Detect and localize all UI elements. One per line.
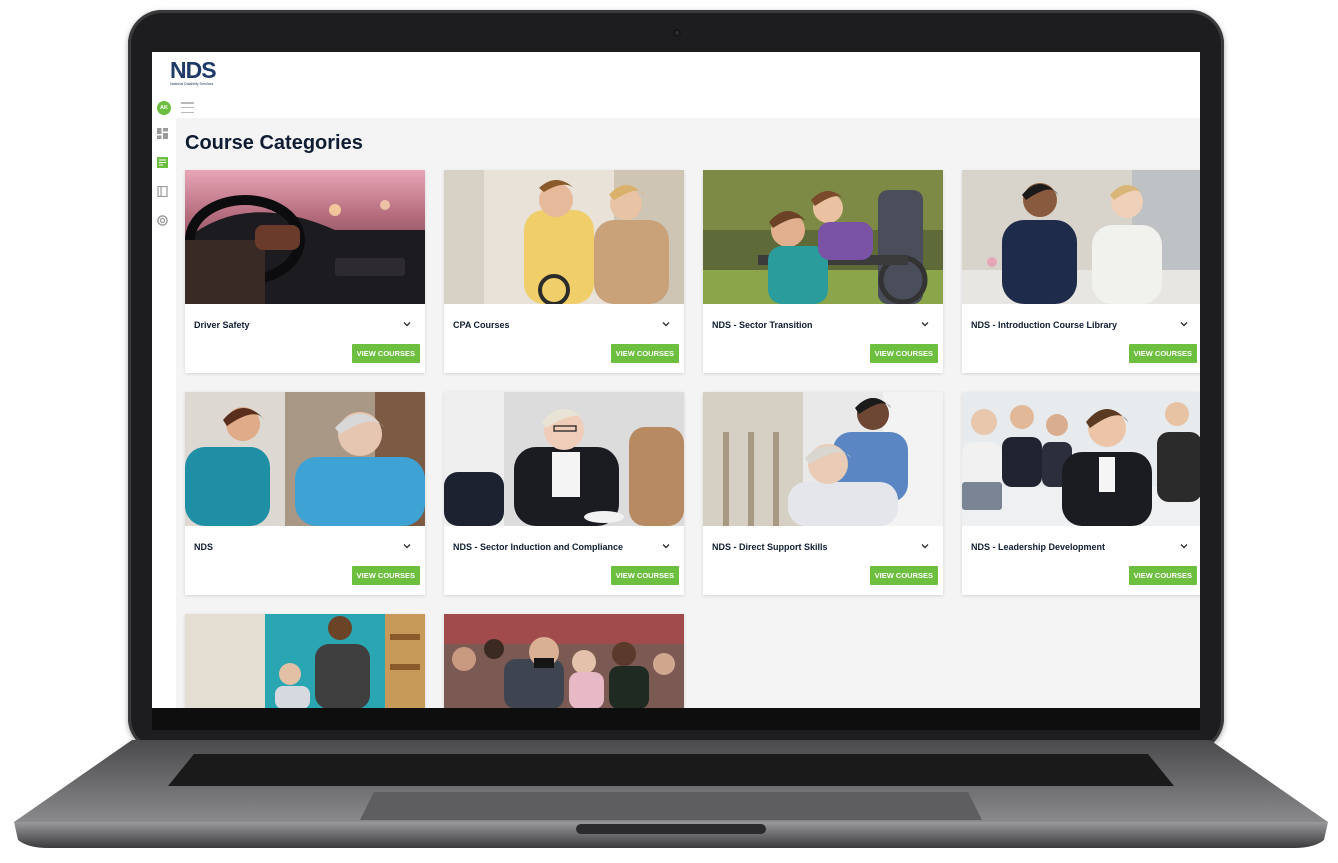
chevron-down-icon[interactable] [920,319,930,329]
support-icon[interactable] [157,215,168,226]
logo-text: NDS [170,57,217,83]
camera-icon [673,29,681,37]
category-name: CPA Courses [453,320,510,330]
category-image [962,170,1200,304]
category-image [185,170,425,304]
category-image [444,392,684,526]
category-card-partial-1 [185,614,425,708]
category-name: NDS [194,542,214,552]
chevron-down-icon[interactable] [402,319,412,329]
chevron-down-icon[interactable] [661,541,671,551]
sidebar [152,118,176,708]
category-image [703,170,943,304]
chevron-down-icon[interactable] [920,541,930,551]
category-card-sector-transition: NDS - Sector Transition VIEW COURSES [703,170,943,373]
screen-bezel-bottom [152,708,1200,730]
category-name: Driver Safety [194,320,250,330]
category-card-cpa-courses: CPA Courses VIEW COURSES [444,170,684,373]
category-card-partial-2 [444,614,684,708]
hamburger-menu-icon[interactable] [181,102,194,113]
category-card-leadership: NDS - Leadership Development VIEW COURSE… [962,392,1200,595]
chevron-down-icon[interactable] [402,541,412,551]
view-courses-button[interactable]: VIEW COURSES [869,566,938,585]
category-name: NDS - Leadership Development [971,542,1106,552]
category-name: NDS - Direct Support Skills [712,542,828,552]
category-image [444,170,684,304]
book-icon[interactable] [157,186,168,197]
page-title: Course Categories [185,132,363,154]
category-card-driver-safety: Driver Safety VIEW COURSES [185,170,425,373]
chevron-down-icon[interactable] [661,319,671,329]
courses-icon[interactable] [157,157,168,168]
laptop-keyboard-deck [14,740,1328,848]
category-image [703,392,943,526]
category-name: NDS - Sector Transition [712,320,813,330]
view-courses-button[interactable]: VIEW COURSES [351,566,420,585]
category-image [185,614,425,708]
category-card-direct-support: NDS - Direct Support Skills VIEW COURSES [703,392,943,595]
category-card-introduction-library: NDS - Introduction Course Library VIEW C… [962,170,1200,373]
app-screen: NDS National Disability Services AK Cour… [152,52,1200,708]
chevron-down-icon[interactable] [1179,541,1189,551]
top-bar: NDS National Disability Services [152,52,1200,118]
logo-subtitle: National Disability Services [170,82,214,86]
view-courses-button[interactable]: VIEW COURSES [351,344,420,363]
category-card-sector-induction: NDS - Sector Induction and Compliance VI… [444,392,684,595]
category-image [444,614,684,708]
dashboard-icon[interactable] [157,128,168,139]
view-courses-button[interactable]: VIEW COURSES [869,344,938,363]
view-courses-button[interactable]: VIEW COURSES [610,344,679,363]
view-courses-button[interactable]: VIEW COURSES [1128,344,1197,363]
nds-logo[interactable]: NDS National Disability Services [170,58,218,94]
category-name: NDS - Sector Induction and Compliance [453,542,624,552]
view-courses-button[interactable]: VIEW COURSES [1128,566,1197,585]
category-card-nds: NDS VIEW COURSES [185,392,425,595]
category-name: NDS - Introduction Course Library [971,320,1118,330]
user-avatar[interactable]: AK [157,101,171,115]
view-courses-button[interactable]: VIEW COURSES [610,566,679,585]
chevron-down-icon[interactable] [1179,319,1189,329]
category-image [962,392,1200,526]
category-image [185,392,425,526]
